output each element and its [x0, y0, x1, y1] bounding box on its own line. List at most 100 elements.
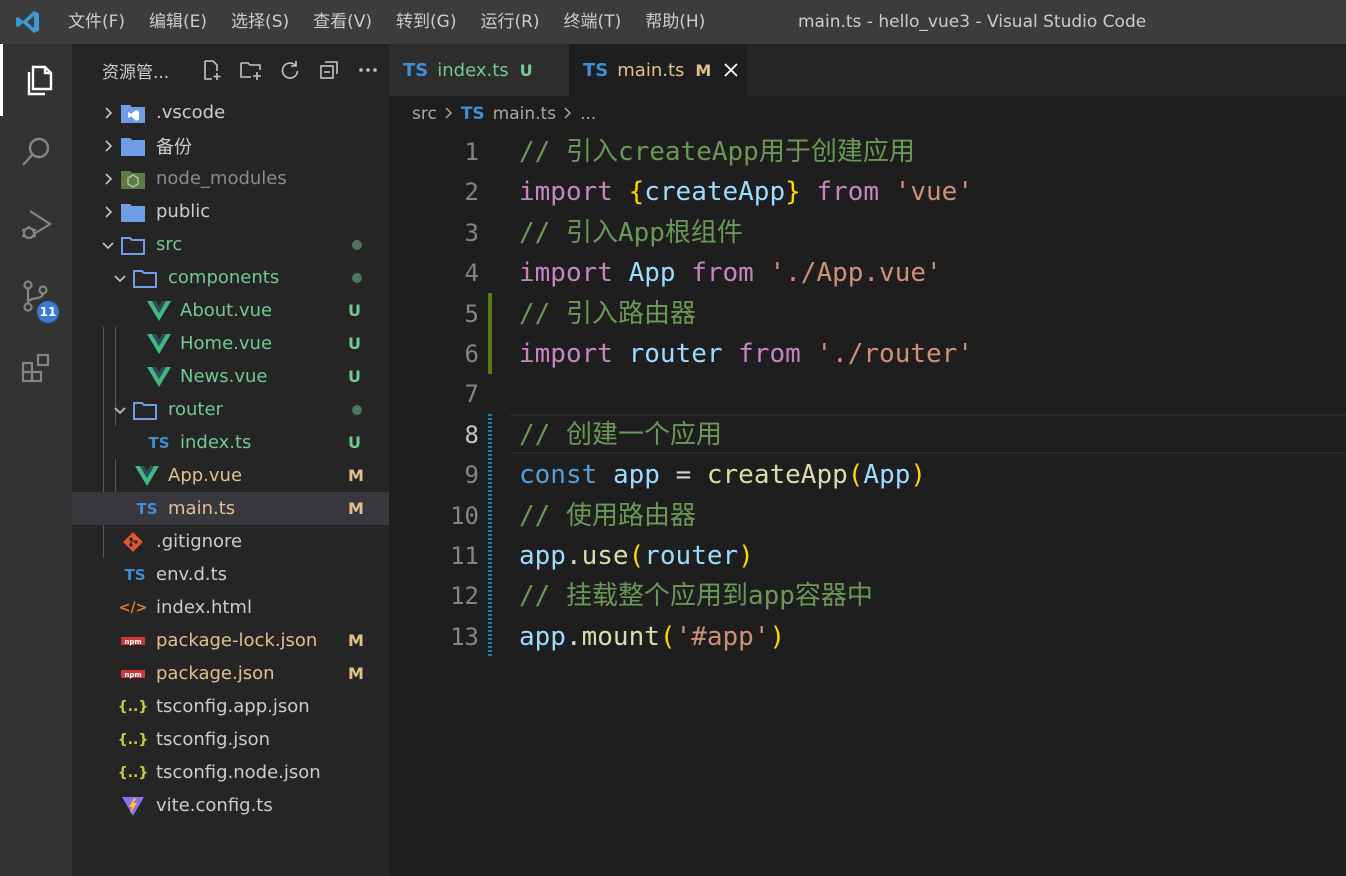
tree-item-home-vue[interactable]: Home.vue U: [72, 327, 389, 360]
chevron-right-icon: [99, 203, 117, 221]
source-control-badge: 11: [37, 301, 59, 323]
tree-item-src[interactable]: src: [72, 228, 389, 261]
tree-item-label: index.ts: [180, 432, 252, 453]
tree-item-about-vue[interactable]: About.vue U: [72, 294, 389, 327]
html-icon: </>: [118, 599, 148, 616]
chevron-down-icon: [99, 236, 117, 254]
close-tab-button[interactable]: [723, 62, 739, 78]
chevron-right-icon: [444, 104, 454, 124]
tree-item-tsconfig-node-json[interactable]: {..} tsconfig.node.json: [72, 756, 389, 789]
tree-item-label: env.d.ts: [156, 564, 228, 585]
code-line: 9 const app = createApp(App): [389, 455, 1346, 495]
tree-item-tsconfig-json[interactable]: {..} tsconfig.json: [72, 723, 389, 756]
tree-item-label: package-lock.json: [156, 630, 318, 651]
ellipsis-icon: [358, 68, 377, 72]
ts-icon: TS: [403, 59, 429, 81]
ts-icon: TS: [583, 59, 609, 81]
tree-item-gitignore[interactable]: .gitignore: [72, 525, 389, 558]
code-line: 11 app.use(router): [389, 536, 1346, 576]
tree-item-news-vue[interactable]: News.vue U: [72, 360, 389, 393]
tree-item-node-modules[interactable]: node_modules: [72, 162, 389, 195]
vue-icon: [146, 364, 172, 390]
code-line: 12 // 挂载整个应用到app容器中: [389, 576, 1346, 616]
extensions-button[interactable]: [0, 332, 72, 404]
line-number: 6: [464, 340, 479, 368]
json-icon: {..}: [117, 764, 149, 781]
menu-help[interactable]: 帮助(H): [633, 0, 717, 44]
git-status: M: [348, 664, 364, 683]
tab-main-ts[interactable]: TS main.ts M: [569, 44, 747, 96]
breadcrumb-file[interactable]: main.ts: [493, 104, 556, 124]
tree-item-label: vite.config.ts: [156, 795, 273, 816]
tree-item-index-html[interactable]: </> index.html: [72, 591, 389, 624]
explorer-button[interactable]: [0, 44, 72, 116]
tree-item-vite-config-ts[interactable]: vite.config.ts: [72, 789, 389, 822]
tree-item-label: Home.vue: [180, 333, 273, 354]
code-line: 7: [389, 374, 1346, 414]
tree-item-label: About.vue: [180, 300, 273, 321]
tree-item-app-vue[interactable]: App.vue M: [72, 459, 389, 492]
breadcrumb-folder[interactable]: src: [412, 104, 437, 124]
tree-item-main-ts[interactable]: TS main.ts M: [72, 492, 389, 525]
code-text: import router from './router': [519, 339, 973, 369]
collapse-all-button[interactable]: [309, 55, 348, 85]
tree-item-package-lock-json[interactable]: npm package-lock.json M: [72, 624, 389, 657]
tree-item-label: src: [156, 234, 183, 255]
line-number: 5: [464, 299, 479, 328]
menu-view[interactable]: 查看(V): [301, 0, 384, 44]
menu-file[interactable]: 文件(F): [56, 0, 137, 44]
tree-item-label: tsconfig.json: [156, 729, 271, 750]
code-line: 2 import {createApp} from 'vue': [389, 172, 1346, 212]
menu-selection[interactable]: 选择(S): [219, 0, 301, 44]
code-line: 1 // 引入createApp用于创建应用: [389, 132, 1346, 172]
chevron-down-icon: [111, 269, 129, 287]
code-text: // 引入路由器: [519, 298, 696, 329]
code-text: app.use(router): [519, 541, 754, 571]
more-actions-button[interactable]: [348, 55, 387, 85]
explorer-sidebar: 资源管... .vscode 备份 node_modules public sr…: [72, 44, 389, 876]
git-icon: [120, 529, 146, 555]
tree-item-router[interactable]: router: [72, 393, 389, 426]
new-folder-button[interactable]: [231, 55, 270, 85]
source-control-button[interactable]: 11: [0, 260, 72, 332]
new-file-button[interactable]: [192, 55, 231, 85]
tree-item-index-ts[interactable]: TS index.ts U: [72, 426, 389, 459]
code-line: 5 // 引入路由器: [389, 294, 1346, 334]
modified-dot: [352, 404, 362, 415]
window-title: main.ts - hello_vue3 - Visual Studio Cod…: [798, 12, 1147, 32]
tree-item-label: News.vue: [180, 366, 268, 387]
menu-run[interactable]: 运行(R): [468, 0, 551, 44]
tree-item-env-d-ts[interactable]: TS env.d.ts: [72, 558, 389, 591]
tree-item-components[interactable]: components: [72, 261, 389, 294]
line-number: 7: [464, 380, 479, 409]
menu-terminal[interactable]: 终端(T): [552, 0, 634, 44]
tree-item-backup[interactable]: 备份: [72, 129, 389, 162]
search-button[interactable]: [0, 116, 72, 188]
tree-item-tsconfig-app-json[interactable]: {..} tsconfig.app.json: [72, 690, 389, 723]
files-icon: [27, 65, 52, 96]
tree-item-vscode[interactable]: .vscode: [72, 96, 389, 129]
breadcrumb-more[interactable]: ...: [580, 104, 596, 124]
code-editor[interactable]: 1 // 引入createApp用于创建应用 2 import {createA…: [389, 132, 1346, 876]
tab-index-ts[interactable]: TS index.ts U: [389, 44, 569, 96]
run-debug-icon: [22, 210, 53, 240]
line-number: 9: [464, 461, 479, 490]
refresh-icon: [281, 61, 298, 79]
code-text: // 创建一个应用: [519, 419, 722, 450]
menu-go[interactable]: 转到(G): [384, 0, 468, 44]
menu-edit[interactable]: 编辑(E): [137, 0, 219, 44]
npm-icon: npm: [120, 661, 146, 687]
line-number: 11: [450, 542, 479, 570]
ts-icon: TS: [148, 433, 170, 452]
line-number: 8: [464, 420, 479, 449]
tree-item-public[interactable]: public: [72, 195, 389, 228]
search-icon: [22, 137, 50, 166]
modified-dot: [352, 239, 362, 250]
refresh-button[interactable]: [270, 55, 309, 85]
svg-text:npm: npm: [124, 671, 141, 679]
code-text: app.mount('#app'): [519, 621, 786, 652]
run-debug-button[interactable]: [0, 188, 72, 260]
tree-item-package-json[interactable]: npm package.json M: [72, 657, 389, 690]
git-status: U: [348, 433, 361, 452]
tab-label: index.ts: [437, 59, 509, 81]
